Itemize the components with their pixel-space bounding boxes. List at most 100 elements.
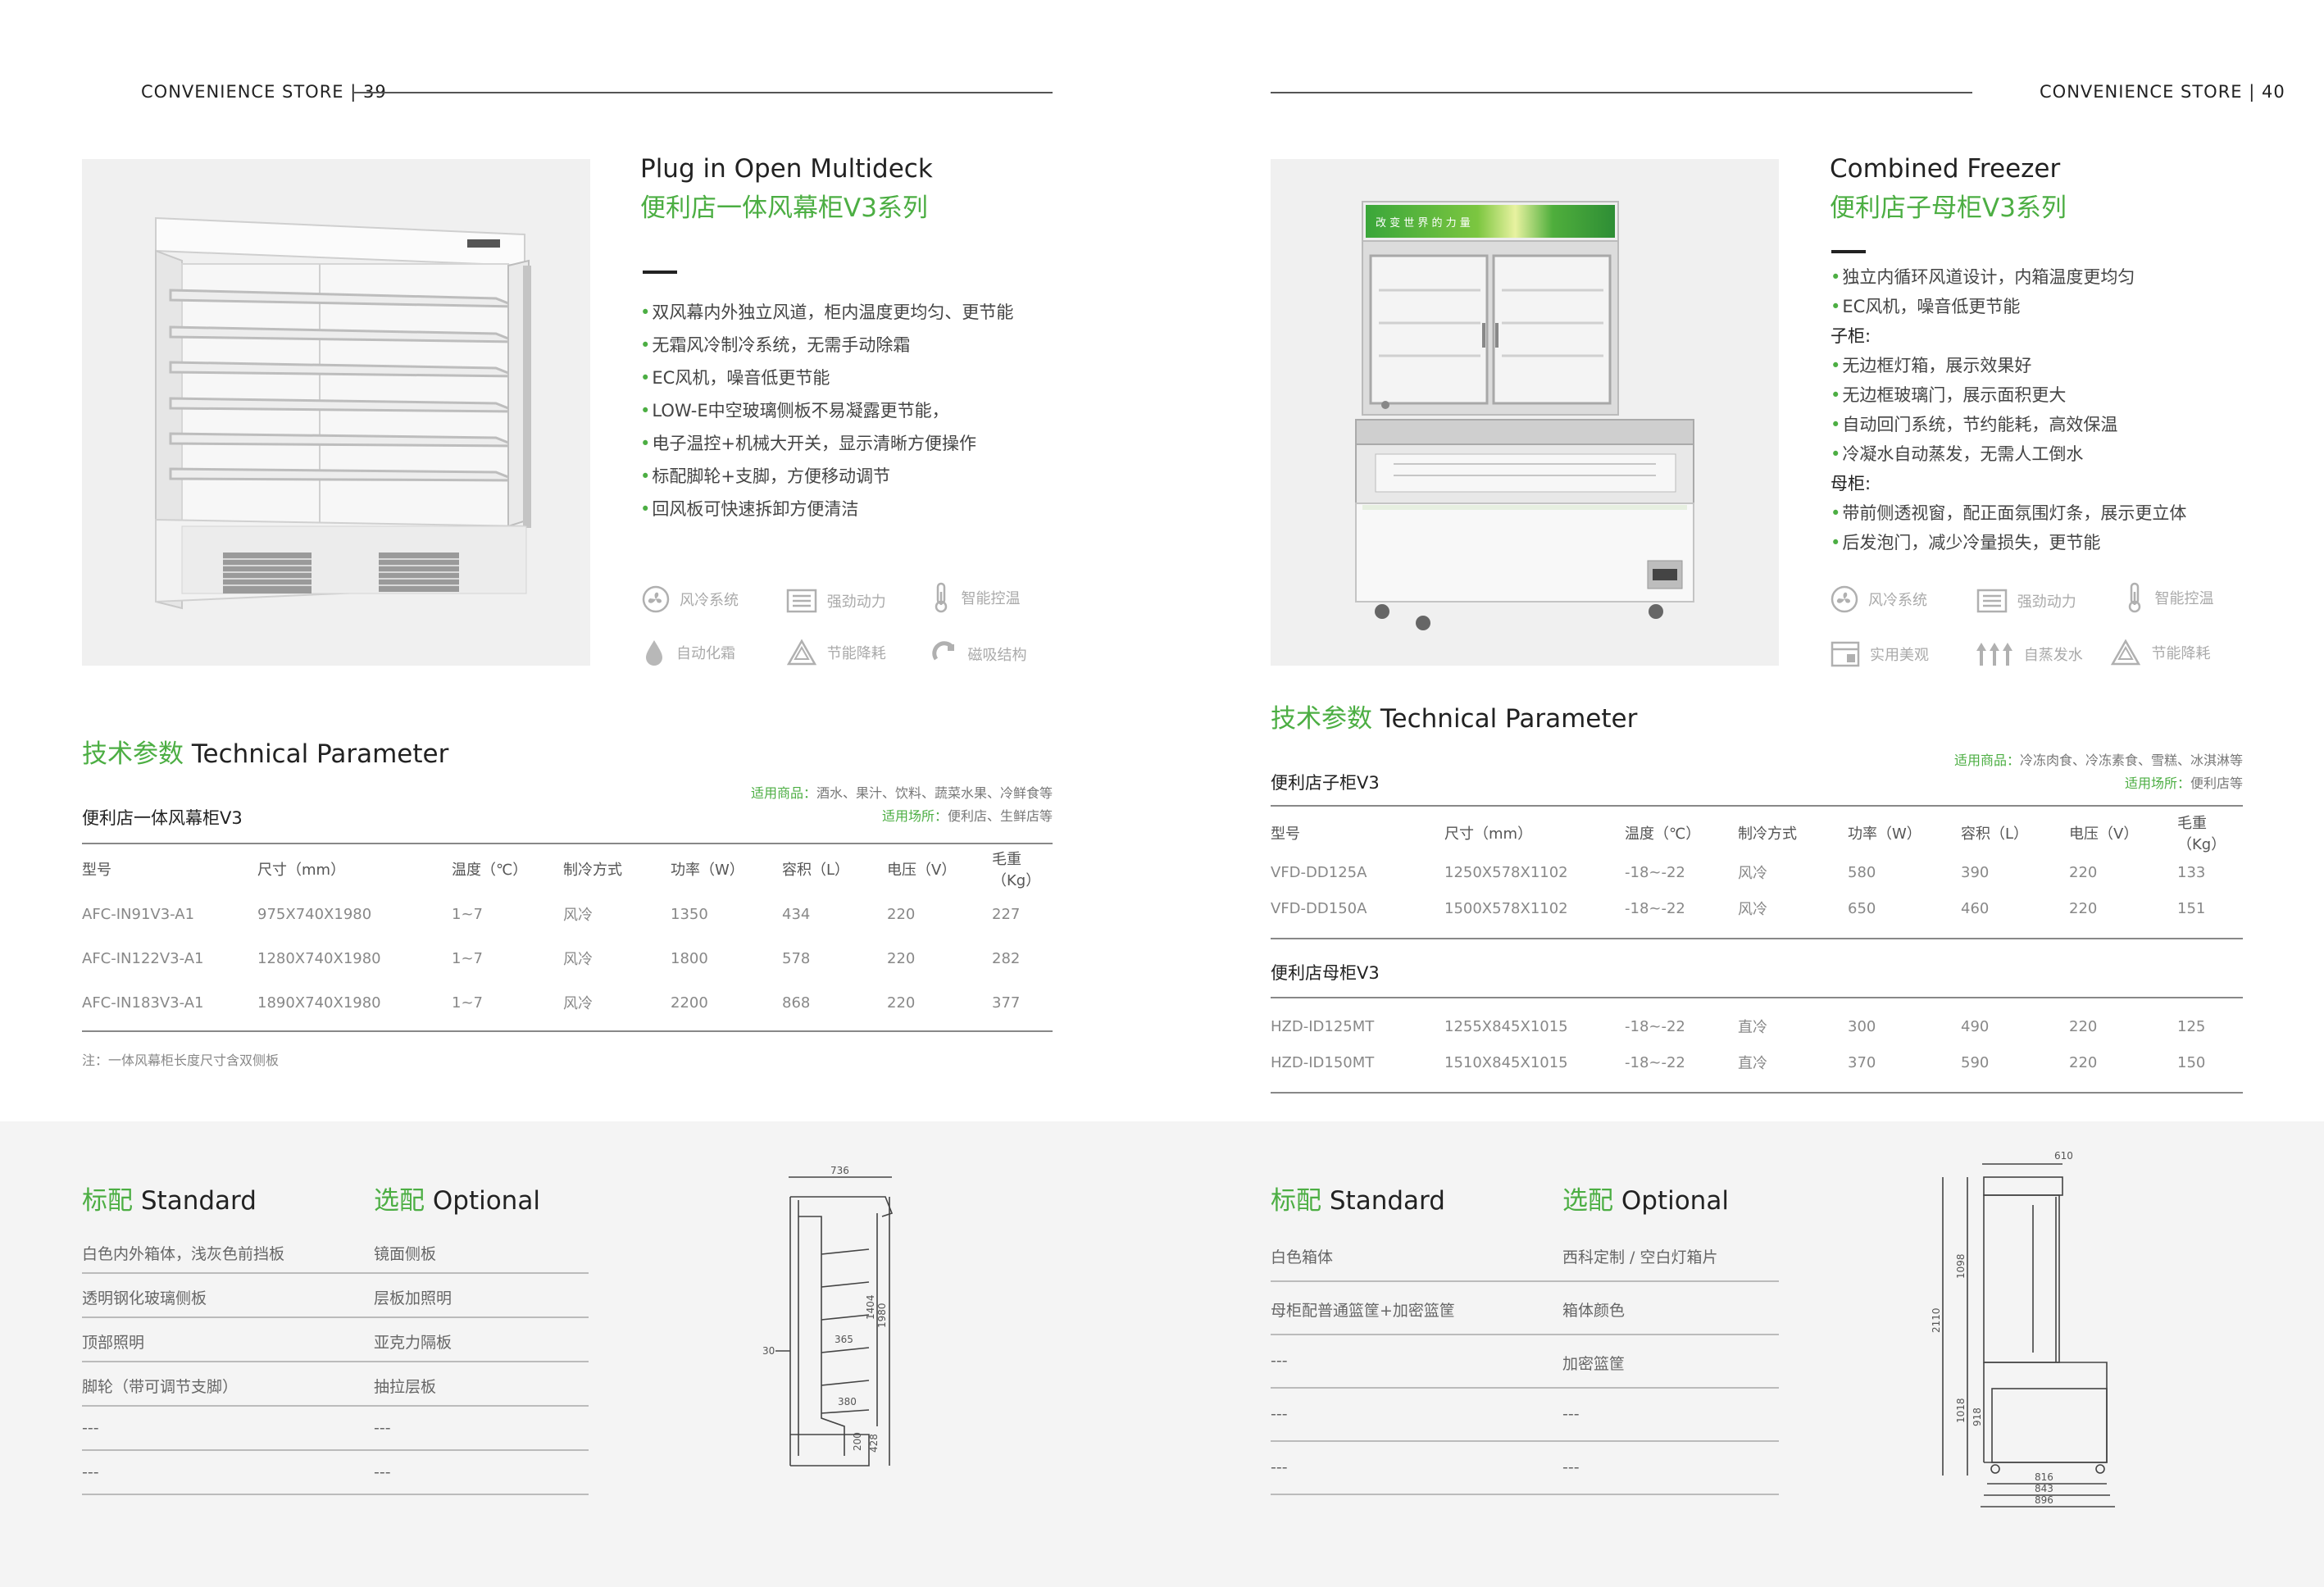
feature-item: •双风幕内外独立风道，柜内温度更均匀、更节能 <box>640 302 1014 322</box>
list-item: --- <box>374 1419 391 1437</box>
right-spec-table-2: HZD-ID125MT 1255X845X1015 -18~-22 直冷 300 490 2… <box>1271 1008 2243 1080</box>
table-cell: 1280X740X1980 <box>257 949 381 967</box>
left-table-top-rule <box>82 843 1053 844</box>
list-divider <box>82 1272 589 1274</box>
dimension-label: 610 <box>2054 1150 2073 1162</box>
list-item: 顶部照明 <box>82 1334 145 1352</box>
dimension-label: 365 <box>835 1334 853 1345</box>
left-product-title-cn: 便利店一体风幕柜V3系列 <box>640 193 928 223</box>
right-product-title-cn: 便利店子母柜V3系列 <box>1830 193 2067 223</box>
list-item: --- <box>1562 1458 1580 1476</box>
table-row: VFD-DD125A 1250X578X1102 -18~-22 风冷 580 390 22… <box>1271 854 2243 890</box>
table-header-cell: 尺寸（mm） <box>1444 825 1533 843</box>
table-cell: 1350 <box>671 905 708 923</box>
thermometer-icon: 智能控温 <box>931 582 1020 613</box>
fan-icon: 风冷系统 <box>1831 585 1972 613</box>
table-cell: 2200 <box>671 994 708 1012</box>
dimension-label: 1018 <box>1955 1398 1967 1423</box>
list-item: 层板加照明 <box>374 1289 453 1307</box>
table-header-cell: 制冷方式 <box>563 862 622 879</box>
table-cell: 220 <box>2069 1053 2098 1071</box>
freezer-photo: 改 变 世 界 的 力 量 <box>1271 159 1779 666</box>
feature-item: •无边框玻璃门，展示面积更大 <box>1831 385 2067 405</box>
table-header-cell: 功率（W） <box>671 862 744 879</box>
table-row: AFC-IN91V3-A1 975X740X1980 1~7 风冷 1350 434 220… <box>82 892 1053 936</box>
right-applicable-info: 适用商品：冷冻肉食、冷冻素食、雪糕、冰淇淋等 适用场所：便利店等 <box>1953 753 2243 791</box>
table-cell: 868 <box>782 994 811 1012</box>
dimension-label: 1980 <box>876 1303 888 1328</box>
feature-item: •自动回门系统，节约能耗，高效保温 <box>1831 415 2118 434</box>
table-header-cell: 温度（℃） <box>452 862 528 879</box>
right-table-mid-rule <box>1271 938 2243 939</box>
feature-item: •EC风机，噪音低更节能 <box>640 368 830 388</box>
table-cell: -18~-22 <box>1625 863 1685 881</box>
table-cell: 风冷 <box>563 907 593 924</box>
left-optional-title: 选配 Optional <box>374 1186 540 1216</box>
dimension-label: 1098 <box>1955 1253 1967 1279</box>
table-cell: HZD-ID125MT <box>1271 1017 1375 1035</box>
list-item: 镜面侧板 <box>374 1245 437 1263</box>
left-standard-title: 标配 Standard <box>82 1186 257 1216</box>
right-icon-row-1: 风冷系统 强劲动力 智能控温 <box>1831 582 2213 617</box>
list-divider <box>1271 1334 1779 1335</box>
table-header-cell: 电压（V） <box>2069 825 2139 843</box>
droplet-icon: 自动化霜 <box>642 638 781 667</box>
list-item: 透明钢化玻璃侧板 <box>82 1289 207 1307</box>
list-divider <box>1271 1387 1779 1389</box>
list-item: --- <box>1271 1405 1288 1423</box>
list-item: 西科定制 / 空白灯箱片 <box>1562 1248 1718 1266</box>
table-cell: 1~7 <box>452 994 483 1012</box>
table-cell: 1~7 <box>452 905 483 923</box>
table-cell: 风冷 <box>1738 901 1767 918</box>
table-cell: VFD-DD150A <box>1271 899 1367 917</box>
list-item: --- <box>82 1419 99 1437</box>
table-cell: 风冷 <box>563 951 593 968</box>
table-cell: 220 <box>887 994 916 1012</box>
right-model-name-2: 便利店母柜V3 <box>1271 963 1380 983</box>
list-divider <box>82 1449 589 1451</box>
right-product-title-en: Combined Freezer <box>1830 154 2061 184</box>
table-cell: 300 <box>1848 1017 1876 1035</box>
left-feature-list: •双风幕内外独立风道，柜内温度更均匀、更节能 •无霜风冷制冷系统，无需手动除霜 … <box>640 296 1013 525</box>
table-cell: 370 <box>1848 1053 1876 1071</box>
table-cell: 282 <box>992 949 1021 967</box>
multideck-side-drawing: 736 30 365 380 1404 1980 428 200 <box>746 1164 951 1476</box>
freezer-illustration: 改 变 世 界 的 力 量 <box>1355 201 1694 630</box>
dimension-label: 380 <box>838 1396 857 1407</box>
list-item: --- <box>374 1463 391 1481</box>
freezer-side-drawing: 610 1098 2110 1018 918 816 843 896 <box>1910 1148 2156 1517</box>
list-divider <box>82 1405 589 1407</box>
feature-item: •带前侧透视窗，配正面氛围灯条，展示更立体 <box>1831 503 2187 523</box>
table-cell: 227 <box>992 905 1021 923</box>
table-cell: 650 <box>1848 899 1876 917</box>
list-item: 亚克力隔板 <box>374 1334 453 1352</box>
list-divider <box>1271 1494 1779 1495</box>
list-item: --- <box>1562 1405 1580 1423</box>
table-cell: 590 <box>1961 1053 1990 1071</box>
dimension-label: 1404 <box>865 1294 876 1320</box>
display-icon: 实用美观 <box>1831 641 1970 667</box>
table-cell: 1890X740X1980 <box>257 994 381 1012</box>
dimension-label: 30 <box>762 1345 775 1357</box>
table-cell: AFC-IN183V3-A1 <box>82 994 204 1012</box>
fan-icon: 风冷系统 <box>642 585 781 613</box>
right-standard-title: 标配 Standard <box>1271 1186 1445 1216</box>
table-cell: 220 <box>2069 1017 2098 1035</box>
right-page-header: CONVENIENCE STORE | 40 <box>2040 82 2285 102</box>
table-cell: 578 <box>782 949 811 967</box>
left-product-title-en: Plug in Open Multideck <box>640 154 933 184</box>
feature-item: •标配脚轮+支脚，方便移动调节 <box>640 466 890 486</box>
dimension-label: 896 <box>2035 1494 2053 1506</box>
table-cell: 1255X845X1015 <box>1444 1017 1568 1035</box>
feature-item: •无霜风冷制冷系统，无需手动除霜 <box>640 335 911 355</box>
table-cell: 151 <box>2177 899 2206 917</box>
table-cell: 1500X578X1102 <box>1444 899 1568 917</box>
table-cell: -18~-22 <box>1625 1053 1685 1071</box>
power-icon: 强劲动力 <box>1976 589 2121 613</box>
lightbox-text: 改 变 世 界 的 力 量 <box>1376 216 1471 230</box>
list-divider <box>82 1494 589 1495</box>
table-cell: 220 <box>2069 899 2098 917</box>
right-title-dash <box>1831 250 1866 253</box>
right-table-bottom-rule <box>1271 1092 2243 1094</box>
table-cell: AFC-IN122V3-A1 <box>82 949 204 967</box>
